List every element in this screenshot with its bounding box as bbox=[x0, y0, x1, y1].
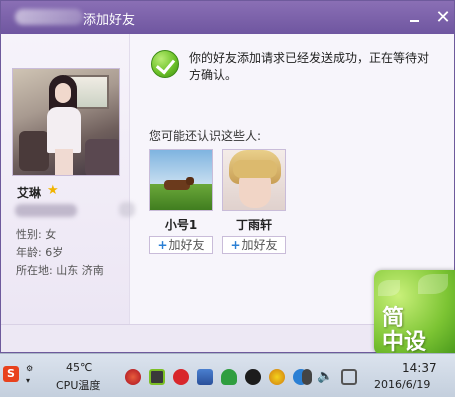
blurred-title-prefix bbox=[15, 9, 83, 25]
ime-dropdown-icon[interactable]: ▾ bbox=[26, 376, 30, 385]
add-friend-button[interactable]: +加好友 bbox=[149, 236, 213, 254]
suggested-friend-avatar[interactable] bbox=[149, 149, 213, 211]
window-title: 添加好友 bbox=[83, 13, 136, 28]
profile-panel: 艾琳 ★ 性别: 女 年龄: 6岁 所在地: 山东 济南 bbox=[1, 34, 135, 324]
brand-watermark: 简 中设 bbox=[374, 270, 455, 355]
suggested-friend-name[interactable]: 丁雨轩 bbox=[222, 216, 286, 233]
plus-icon: + bbox=[157, 238, 168, 252]
check-circle-icon bbox=[151, 50, 179, 78]
cpu-temperature: 45℃ bbox=[66, 361, 93, 374]
profile-gender: 性别: 女 bbox=[16, 228, 57, 241]
profile-age: 年龄: 6岁 bbox=[16, 246, 64, 259]
star-icon: ★ bbox=[47, 183, 59, 198]
sogou-ime-icon[interactable]: S bbox=[3, 366, 19, 382]
brand-text-line2: 中设 bbox=[382, 330, 427, 355]
taskbar: S ⚙ ▾ 45℃ CPU温度 🔈 14:37 2016/6/19 bbox=[0, 353, 455, 397]
close-button[interactable]: ✕ bbox=[433, 8, 453, 28]
suggested-friend-avatar[interactable] bbox=[222, 149, 286, 211]
security-shield-icon[interactable] bbox=[221, 369, 237, 385]
blurred-account-id bbox=[15, 204, 77, 217]
profile-location: 所在地: 山东 济南 bbox=[16, 264, 104, 277]
add-friend-label: 加好友 bbox=[168, 238, 205, 252]
add-friend-button[interactable]: +加好友 bbox=[222, 236, 286, 254]
maybe-know-label: 您可能还认识这些人: bbox=[149, 129, 262, 143]
blurred-mark bbox=[119, 202, 135, 217]
netease-music-icon[interactable] bbox=[173, 369, 189, 385]
qq-icon[interactable] bbox=[269, 369, 285, 385]
profile-nickname: 艾琳 bbox=[17, 186, 42, 200]
success-message: 你的好友添加请求已经发送成功，正在等待对方确认。 bbox=[189, 51, 430, 82]
network-manager-icon[interactable] bbox=[197, 369, 213, 385]
ime-options-icon[interactable]: ⚙ bbox=[26, 364, 33, 373]
cpu-temperature-label: CPU温度 bbox=[56, 379, 101, 392]
plus-icon: + bbox=[230, 238, 241, 252]
network-icon[interactable] bbox=[341, 369, 357, 385]
suggested-friend-name[interactable]: 小号1 bbox=[149, 216, 213, 233]
add-friend-label: 加好友 bbox=[241, 238, 278, 252]
minimize-button[interactable] bbox=[405, 8, 425, 28]
nvidia-icon[interactable] bbox=[149, 369, 165, 385]
input-tool-icon[interactable] bbox=[302, 369, 312, 385]
qq-penguin-icon[interactable] bbox=[245, 369, 261, 385]
volume-icon[interactable]: 🔈 bbox=[317, 369, 333, 385]
profile-avatar bbox=[12, 68, 120, 176]
clock-date[interactable]: 2016/6/19 bbox=[374, 378, 430, 391]
people-app-icon[interactable] bbox=[125, 369, 141, 385]
clock-time[interactable]: 14:37 bbox=[402, 361, 437, 375]
title-bar: 添加好友 ✕ bbox=[1, 1, 454, 34]
